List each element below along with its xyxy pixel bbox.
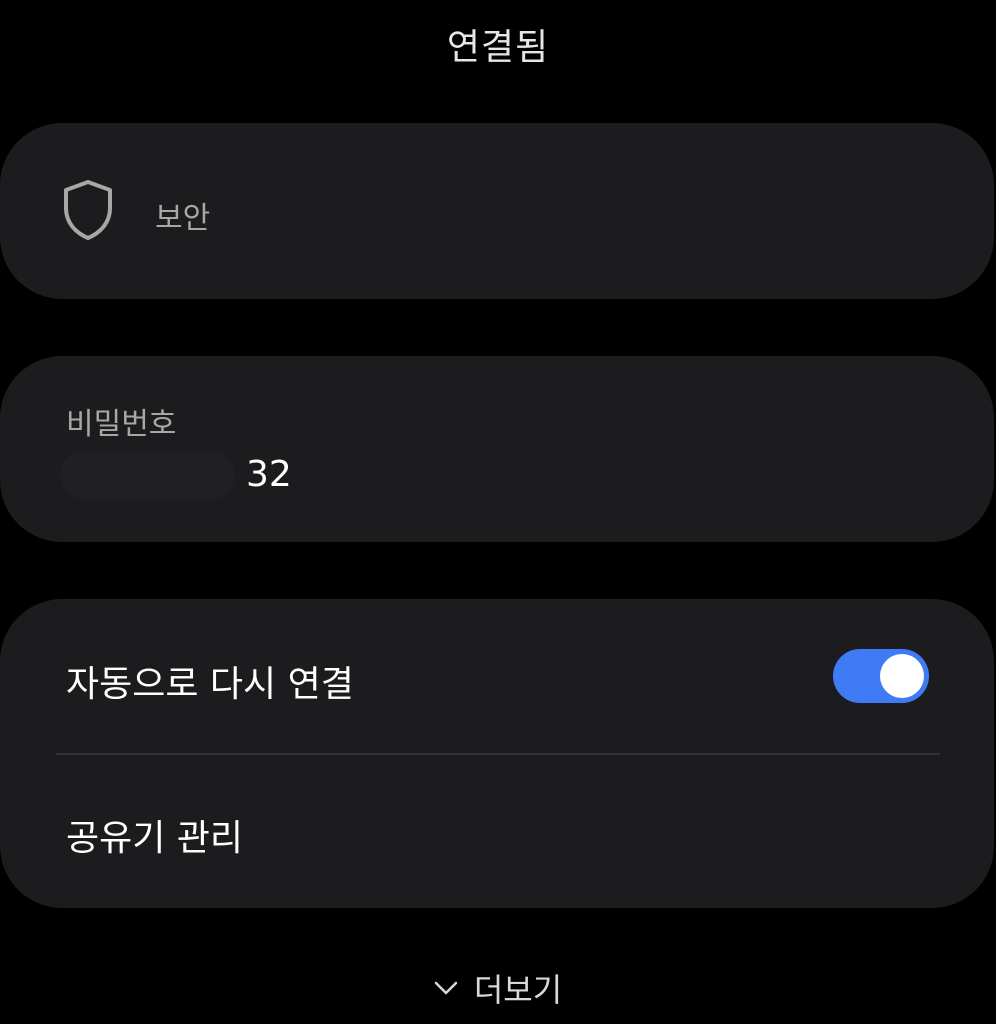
password-card[interactable]: 비밀번호 32 xyxy=(0,356,994,542)
security-label: 보안 xyxy=(155,201,211,236)
password-hidden-text xyxy=(60,451,235,499)
auto-reconnect-label: 자동으로 다시 연결 xyxy=(66,664,354,705)
auto-reconnect-toggle[interactable] xyxy=(833,649,929,703)
page-title: 연결됨 xyxy=(446,27,550,68)
router-manage-label: 공유기 관리 xyxy=(66,818,244,859)
shield-icon xyxy=(64,180,112,240)
more-label: 더보기 xyxy=(473,971,563,1009)
options-card: 자동으로 다시 연결 공유기 관리 xyxy=(0,599,994,908)
wifi-network-details-screen: 연결됨 보안 비밀번호 32 자동으로 다시 연결 공유기 관리 더보기 xyxy=(0,0,996,1024)
router-manage-row[interactable]: 공유기 관리 xyxy=(0,754,994,908)
toggle-knob xyxy=(880,654,924,698)
chevron-down-icon xyxy=(434,981,458,995)
auto-reconnect-row[interactable]: 자동으로 다시 연결 xyxy=(0,599,994,754)
security-card: 보안 xyxy=(0,123,994,299)
password-value: 32 xyxy=(246,454,292,495)
more-button[interactable]: 더보기 xyxy=(0,960,996,1016)
password-label: 비밀번호 xyxy=(66,407,177,442)
